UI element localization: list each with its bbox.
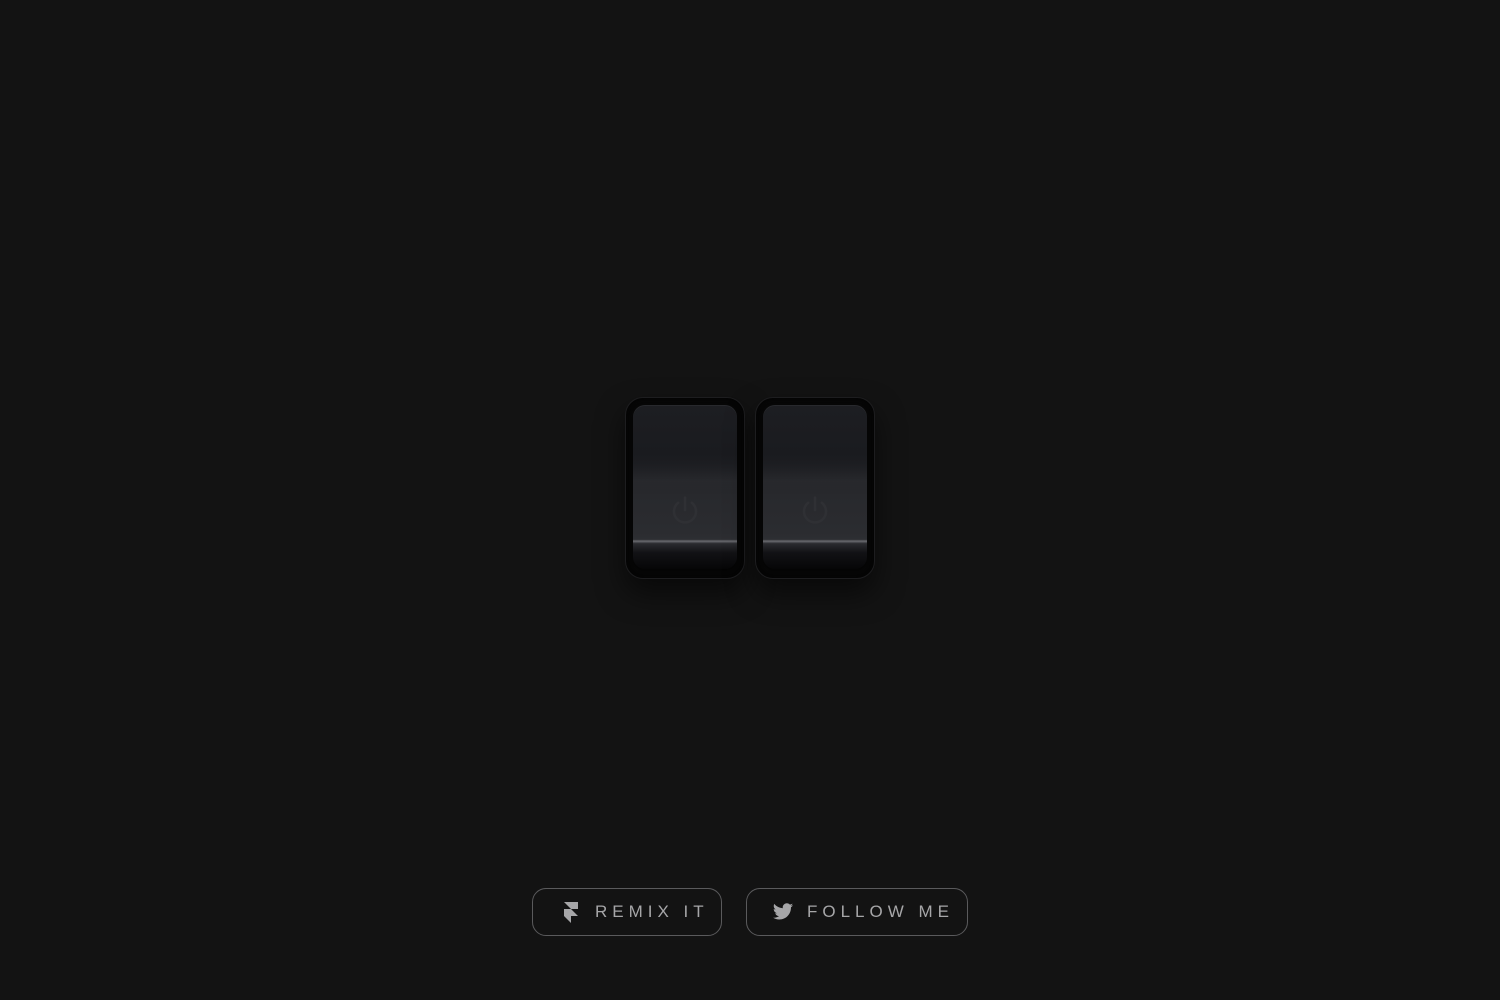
- follow-me-label: FOLLOW ME: [807, 902, 955, 921]
- rocker-left[interactable]: [633, 405, 737, 569]
- power-icon: [667, 493, 703, 529]
- twitter-bird-icon: [772, 901, 794, 923]
- page-stage: REMIX IT FOLLOW ME: [0, 0, 1500, 1000]
- framer-icon: [560, 901, 582, 923]
- rocker-right[interactable]: [763, 405, 867, 569]
- power-icon: [797, 493, 833, 529]
- follow-me-button[interactable]: FOLLOW ME: [746, 888, 968, 936]
- remix-it-button[interactable]: REMIX IT: [532, 888, 722, 936]
- switch-group: [625, 397, 875, 579]
- remix-it-label: REMIX IT: [595, 902, 709, 921]
- switch-right[interactable]: [755, 397, 875, 579]
- switch-left[interactable]: [625, 397, 745, 579]
